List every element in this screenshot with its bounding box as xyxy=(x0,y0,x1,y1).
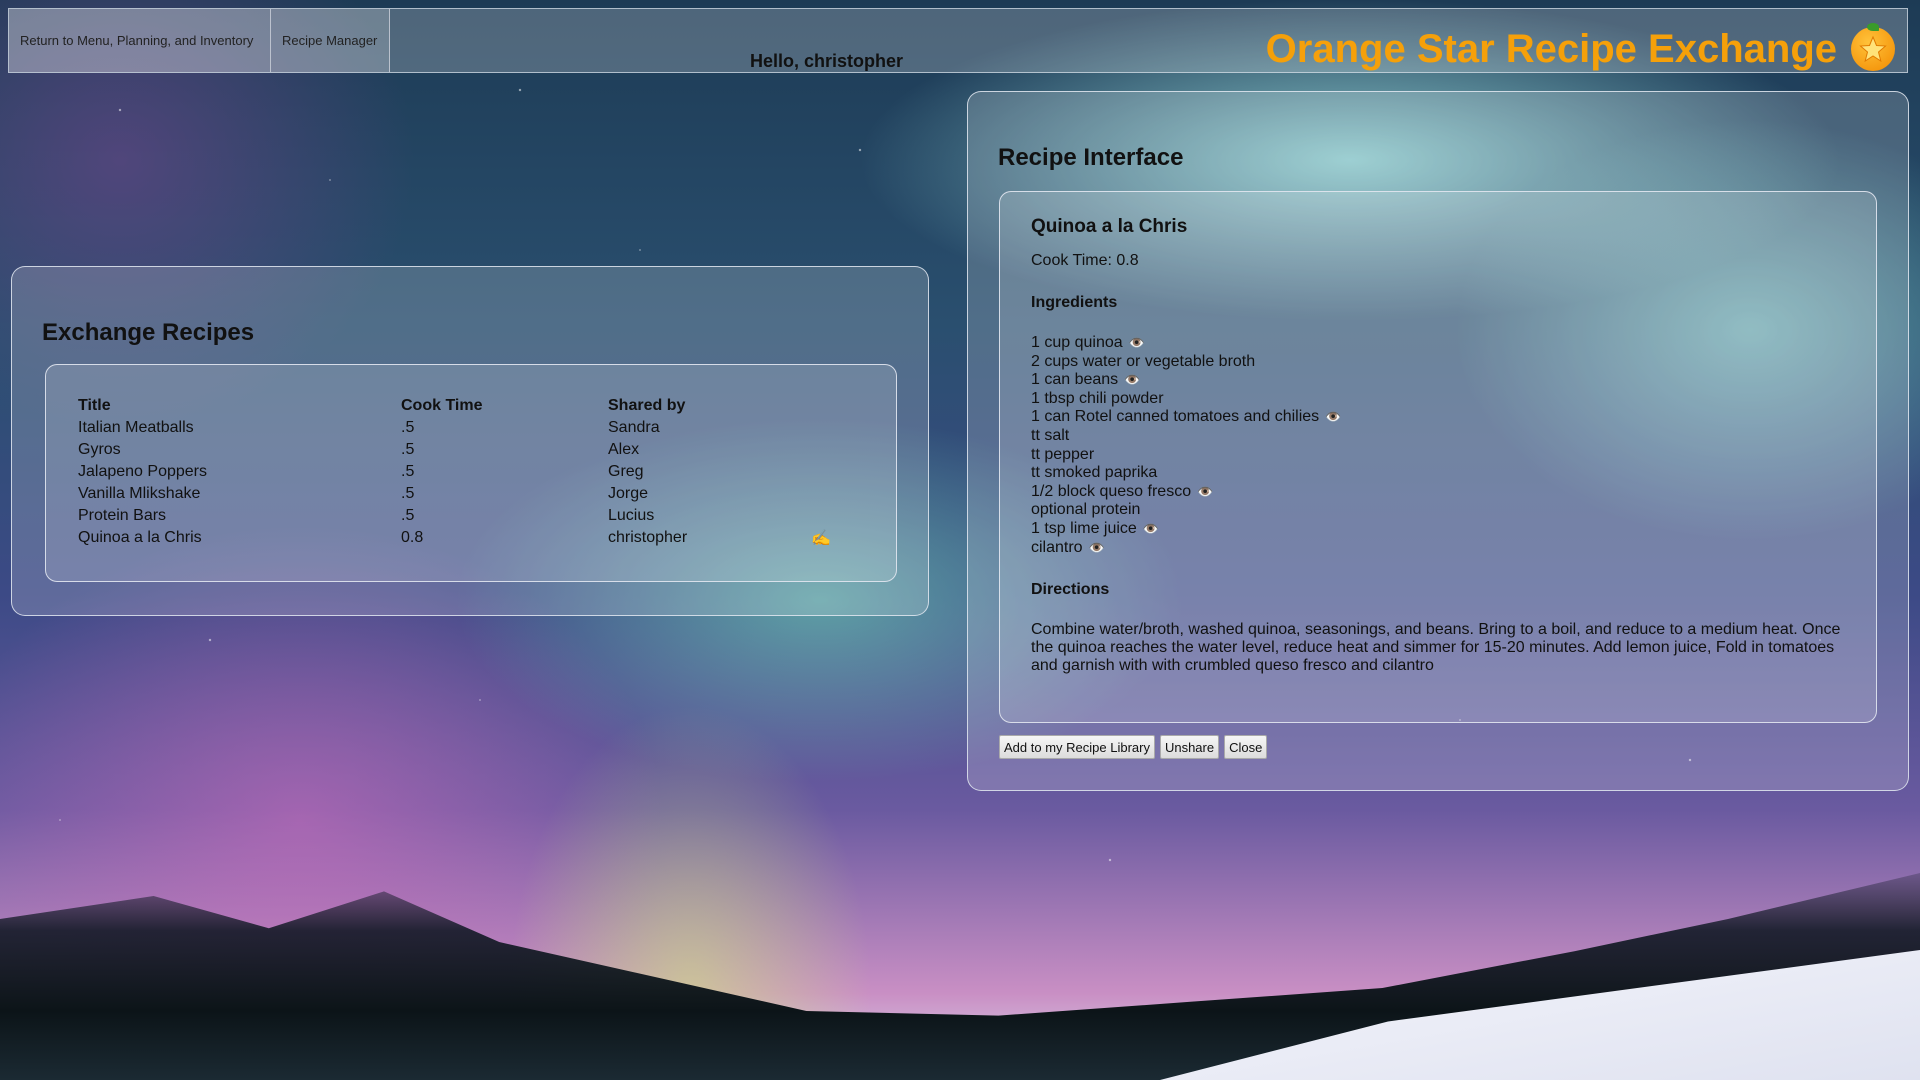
ingredient-item: 1 tbsp chili powder xyxy=(1031,390,1846,409)
close-button[interactable]: Close xyxy=(1224,735,1268,759)
ingredient-text: cilantro xyxy=(1031,538,1083,556)
view-eye-icon[interactable]: 👁️ xyxy=(1197,484,1213,499)
view-eye-icon[interactable]: 👁️ xyxy=(1143,521,1159,536)
directions-text: Combine water/broth, washed quinoa, seas… xyxy=(1031,621,1841,675)
ingredient-item: tt salt xyxy=(1031,427,1846,446)
shared-by-cell: Greg xyxy=(608,463,644,480)
ingredient-item: optional protein xyxy=(1031,501,1846,520)
recipe-interface-panel: Recipe Interface Quinoa a la Chris Cook … xyxy=(967,91,1909,791)
shared-by-cell: christopher xyxy=(608,529,688,546)
directions-heading: Directions xyxy=(1031,581,1110,599)
ingredient-item: 1 can Rotel canned tomatoes and chilies 👁… xyxy=(1031,408,1846,427)
view-eye-icon[interactable]: 👁️ xyxy=(1124,372,1140,387)
ingredient-item: 1 can beans 👁️ xyxy=(1031,371,1846,390)
cook-time-cell: .5 xyxy=(401,441,415,458)
recipe-title-cell[interactable]: Italian Meatballs xyxy=(78,417,401,439)
ingredient-text: tt smoked paprika xyxy=(1031,464,1158,482)
actions-cell xyxy=(811,461,851,483)
cook-time-cell: .5 xyxy=(401,507,415,524)
ingredient-item: 1/2 block queso fresco 👁️ xyxy=(1031,483,1846,502)
exchange-recipes-panel: Exchange Recipes Title Cook Time Shared … xyxy=(11,266,929,616)
ingredient-item: cilantro 👁️ xyxy=(1031,539,1846,558)
actions-cell xyxy=(811,483,851,505)
edit-pencil-icon[interactable]: ✍️ xyxy=(811,530,831,547)
recipe-title-cell[interactable]: Gyros xyxy=(78,439,401,461)
add-to-library-button[interactable]: Add to my Recipe Library xyxy=(999,735,1155,759)
return-to-menu-button[interactable]: Return to Menu, Planning, and Inventory xyxy=(9,9,271,72)
view-eye-icon[interactable]: 👁️ xyxy=(1325,409,1341,424)
recipe-title-cell[interactable]: Protein Bars xyxy=(78,505,401,527)
actions-cell xyxy=(811,439,851,461)
actions-cell: ✍️ xyxy=(811,527,851,549)
ingredient-text: tt salt xyxy=(1031,426,1070,444)
star-icon xyxy=(1859,35,1887,63)
table-row[interactable]: Protein Bars .5 Lucius xyxy=(78,505,851,527)
top-navigation-bar: Return to Menu, Planning, and Inventory … xyxy=(8,8,1908,73)
ingredient-text: 2 cups water or vegetable broth xyxy=(1031,352,1256,370)
recipe-cook-time: Cook Time: 0.8 xyxy=(1031,252,1139,269)
exchange-recipes-table: Title Cook Time Shared by Italian Meatba… xyxy=(78,395,851,549)
recipe-detail-card: Quinoa a la Chris Cook Time: 0.8 Ingredi… xyxy=(999,191,1877,723)
column-header-title: Title xyxy=(78,397,111,414)
recipe-title-cell[interactable]: Jalapeno Poppers xyxy=(78,461,401,483)
ingredient-text: optional protein xyxy=(1031,501,1141,519)
column-header-cook-time: Cook Time xyxy=(401,397,483,414)
exchange-recipes-table-container: Title Cook Time Shared by Italian Meatba… xyxy=(45,364,897,582)
table-row[interactable]: Gyros .5 Alex xyxy=(78,439,851,461)
ingredients-heading: Ingredients xyxy=(1031,294,1118,311)
brand-title: Orange Star Recipe Exchange xyxy=(1265,27,1837,71)
shared-by-cell: Alex xyxy=(608,441,640,458)
ingredients-list: 1 cup quinoa 👁️ 2 cups water or vegetable … xyxy=(1031,334,1846,557)
shared-by-cell: Jorge xyxy=(608,485,649,502)
leaf-icon xyxy=(1867,23,1879,31)
recipe-interface-title: Recipe Interface xyxy=(998,144,1184,171)
ingredient-item: tt smoked paprika xyxy=(1031,464,1846,483)
ingredient-text: 1 tbsp chili powder xyxy=(1031,389,1164,407)
actions-cell xyxy=(811,417,851,439)
recipe-title-cell[interactable]: Vanilla Mlikshake xyxy=(78,483,401,505)
recipe-title-cell[interactable]: Quinoa a la Chris xyxy=(78,527,401,549)
ingredient-text: 1 cup quinoa xyxy=(1031,334,1123,351)
ingredient-text: 1 tsp lime juice xyxy=(1031,519,1137,537)
unshare-button[interactable]: Unshare xyxy=(1159,735,1220,759)
exchange-recipes-title: Exchange Recipes xyxy=(42,319,255,346)
actions-cell xyxy=(811,505,851,527)
cook-time-cell: .5 xyxy=(401,419,415,436)
cook-time-cell: 0.8 xyxy=(401,529,424,546)
table-row[interactable]: Quinoa a la Chris 0.8 christopher ✍️ xyxy=(78,527,851,549)
recipe-name: Quinoa a la Chris xyxy=(1031,216,1188,237)
ingredient-text: tt pepper xyxy=(1031,445,1095,463)
ingredient-item: 1 cup quinoa 👁️ xyxy=(1031,334,1846,353)
cook-time-cell: .5 xyxy=(401,463,415,480)
table-row[interactable]: Jalapeno Poppers .5 Greg xyxy=(78,461,851,483)
recipe-detail-body: Quinoa a la Chris Cook Time: 0.8 Ingredi… xyxy=(1031,216,1846,675)
view-eye-icon[interactable]: 👁️ xyxy=(1089,540,1105,555)
recipe-actions: Add to my Recipe Library Unshare Close xyxy=(999,735,1268,759)
column-header-actions xyxy=(811,395,851,417)
cook-time-cell: .5 xyxy=(401,485,415,502)
ingredient-text: 1/2 block queso fresco xyxy=(1031,482,1192,500)
ingredient-item: tt pepper xyxy=(1031,446,1846,465)
recipe-manager-button[interactable]: Recipe Manager xyxy=(271,9,390,72)
table-row[interactable]: Italian Meatballs .5 Sandra xyxy=(78,417,851,439)
shared-by-cell: Lucius xyxy=(608,507,655,524)
greeting-text: Hello, christopher xyxy=(750,51,904,71)
table-row[interactable]: Vanilla Mlikshake .5 Jorge xyxy=(78,483,851,505)
ingredient-text: 1 can beans xyxy=(1031,371,1119,389)
view-eye-icon[interactable]: 👁️ xyxy=(1129,335,1145,350)
column-header-shared-by: Shared by xyxy=(608,397,686,414)
ingredient-item: 1 tsp lime juice 👁️ xyxy=(1031,520,1846,539)
orange-star-logo-icon xyxy=(1851,23,1895,71)
shared-by-cell: Sandra xyxy=(608,419,660,436)
ingredient-text: 1 can Rotel canned tomatoes and chilies xyxy=(1031,408,1320,426)
table-header-row: Title Cook Time Shared by xyxy=(78,395,851,417)
ingredient-item: 2 cups water or vegetable broth xyxy=(1031,353,1846,372)
